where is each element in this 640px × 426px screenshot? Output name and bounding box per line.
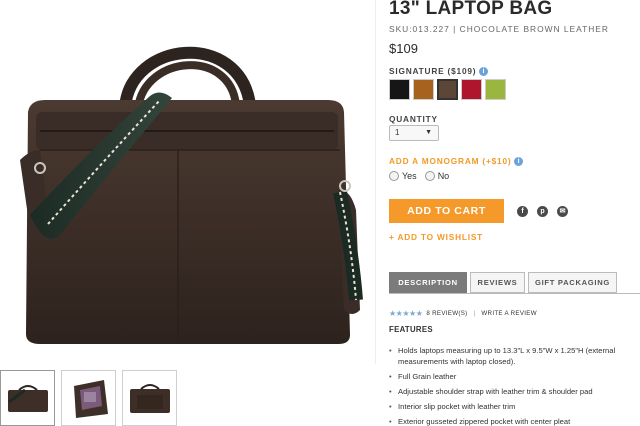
swatch-black[interactable] <box>389 79 410 100</box>
thumbnail-strip <box>0 370 177 426</box>
add-to-wishlist-link[interactable]: + ADD TO WISHLIST <box>389 232 483 242</box>
product-sku: SKU:013.227 | CHOCOLATE BROWN LEATHER <box>389 24 609 34</box>
list-item: Interior slip pocket with leather trim <box>389 401 640 412</box>
radio-circle <box>389 171 399 181</box>
product-title: 13" LAPTOP BAG <box>389 0 553 19</box>
rating-separator: | <box>473 310 476 317</box>
chevron-down-icon: ▼ <box>425 129 432 136</box>
features-list: Holds laptops measuring up to 13.3"L x 9… <box>389 345 640 426</box>
pinterest-icon[interactable]: p <box>537 206 548 217</box>
quantity-select[interactable]: 1 ▼ <box>389 125 439 141</box>
swatch-green[interactable] <box>485 79 506 100</box>
monogram-options: Yes No <box>389 171 449 181</box>
list-item: Holds laptops measuring up to 13.3"L x 9… <box>389 345 640 367</box>
list-item: Adjustable shoulder strap with leather t… <box>389 386 640 397</box>
reviews-count-link[interactable]: 8 REVIEW(S) <box>426 310 467 317</box>
quantity-value: 1 <box>395 128 400 137</box>
write-review-link[interactable]: WRITE A REVIEW <box>481 310 536 317</box>
thumbnail-back[interactable] <box>122 370 177 426</box>
color-label-text: SIGNATURE ($109) <box>389 66 477 76</box>
monogram-no-label: No <box>437 171 450 181</box>
email-icon[interactable]: ✉ <box>557 206 568 217</box>
main-product-image <box>0 0 376 364</box>
monogram-yes-label: Yes <box>402 171 417 181</box>
share-icons: f p ✉ <box>517 206 568 217</box>
monogram-label: ADD A MONOGRAM (+$10) i <box>389 156 524 167</box>
add-to-cart-button[interactable]: ADD TO CART <box>389 199 504 223</box>
info-icon[interactable]: i <box>479 67 489 77</box>
rating-row: ★★★★★ 8 REVIEW(S) | WRITE A REVIEW <box>389 309 537 318</box>
monogram-no-radio[interactable]: No <box>424 171 450 181</box>
product-tabs: DESCRIPTION REVIEWS GIFT PACKAGING <box>389 272 617 293</box>
list-item: Full Grain leather <box>389 371 640 382</box>
tab-description[interactable]: DESCRIPTION <box>389 272 467 293</box>
swatch-chocolate-brown[interactable] <box>437 79 458 100</box>
features-heading: FEATURES <box>389 325 433 334</box>
product-price: $109 <box>389 41 418 56</box>
radio-circle <box>424 171 435 181</box>
quantity-label: QUANTITY <box>389 114 438 124</box>
color-label: SIGNATURE ($109) i <box>389 66 489 77</box>
tab-divider <box>389 293 640 294</box>
list-item: Exterior gusseted zippered pocket with c… <box>389 416 640 426</box>
star-rating: ★★★★★ <box>389 309 423 318</box>
tab-reviews[interactable]: REVIEWS <box>470 272 525 293</box>
thumbnail-interior[interactable] <box>61 370 116 426</box>
monogram-yes-radio[interactable]: Yes <box>389 171 417 181</box>
monogram-label-text: ADD A MONOGRAM (+$10) <box>389 156 512 166</box>
color-swatches <box>389 79 506 100</box>
info-icon[interactable]: i <box>514 157 524 167</box>
swatch-red[interactable] <box>461 79 482 100</box>
thumbnail-front[interactable] <box>0 370 55 426</box>
facebook-icon[interactable]: f <box>517 206 528 217</box>
tab-gift-packaging[interactable]: GIFT PACKAGING <box>528 272 617 293</box>
swatch-tan[interactable] <box>413 79 434 100</box>
